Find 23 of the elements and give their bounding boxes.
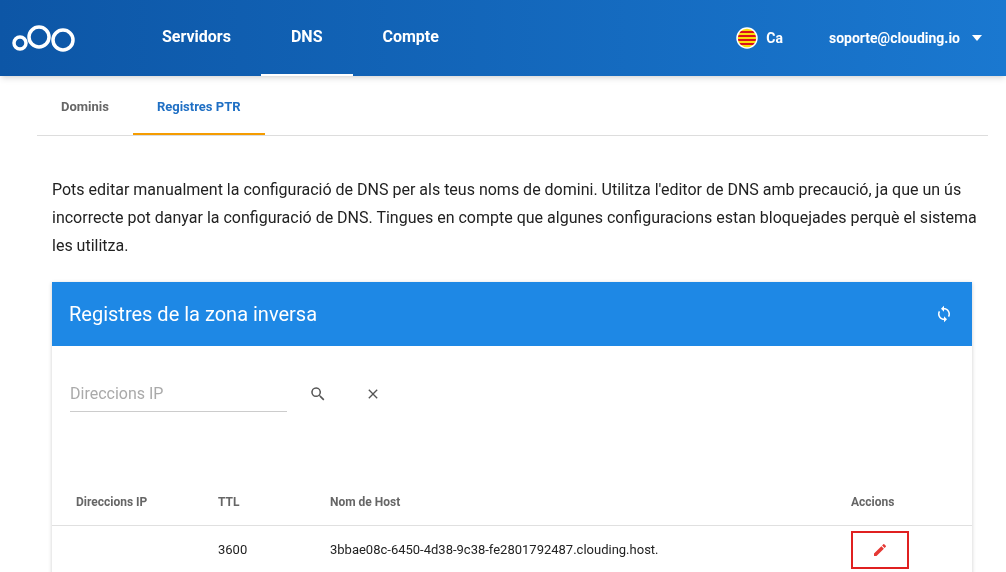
search-icon[interactable] <box>309 385 327 403</box>
refresh-icon[interactable] <box>935 305 953 323</box>
intro-text: Pots editar manualment la configuració de DNS per als teus noms de domini. Utilitza l'editor de DNS amb precaució, ja que un ús incorrecte pot danyar la configuració de DNS. Tingues en compte que algunes configuracions estan bloquejades perquè el sistema les utilitza. <box>52 179 977 257</box>
nav-tab[interactable]: Compte <box>352 0 469 76</box>
flag-icon <box>736 27 759 49</box>
table-cell-text: 3bbae08c-6450-4d38-9c38-fe2801792487.clouding.host. <box>330 540 660 559</box>
user-menu[interactable]: soporte@clouding.io <box>828 27 994 49</box>
card-title: Registres de la zona inversa <box>69 301 319 328</box>
language-label[interactable]: Ca <box>766 27 783 49</box>
table-cell-text: 3600 <box>218 540 249 559</box>
nav-tab[interactable]: DNS <box>260 0 353 76</box>
column-header: TTL <box>218 493 241 511</box>
sub-tab[interactable]: Registres PTR <box>132 76 265 135</box>
search-field[interactable]: Direccions IP <box>70 376 287 412</box>
nav-tab[interactable]: Servidors <box>132 0 261 76</box>
column-header: Direccions IP <box>75 493 149 511</box>
logo-icon <box>12 23 76 53</box>
sub-tab[interactable]: Dominis <box>37 76 133 135</box>
column-header: Accions <box>851 493 896 511</box>
column-header: Nom de Host <box>330 493 402 511</box>
edit-button[interactable] <box>851 530 909 569</box>
pencil-icon <box>872 541 888 558</box>
caret-icon <box>972 35 982 41</box>
